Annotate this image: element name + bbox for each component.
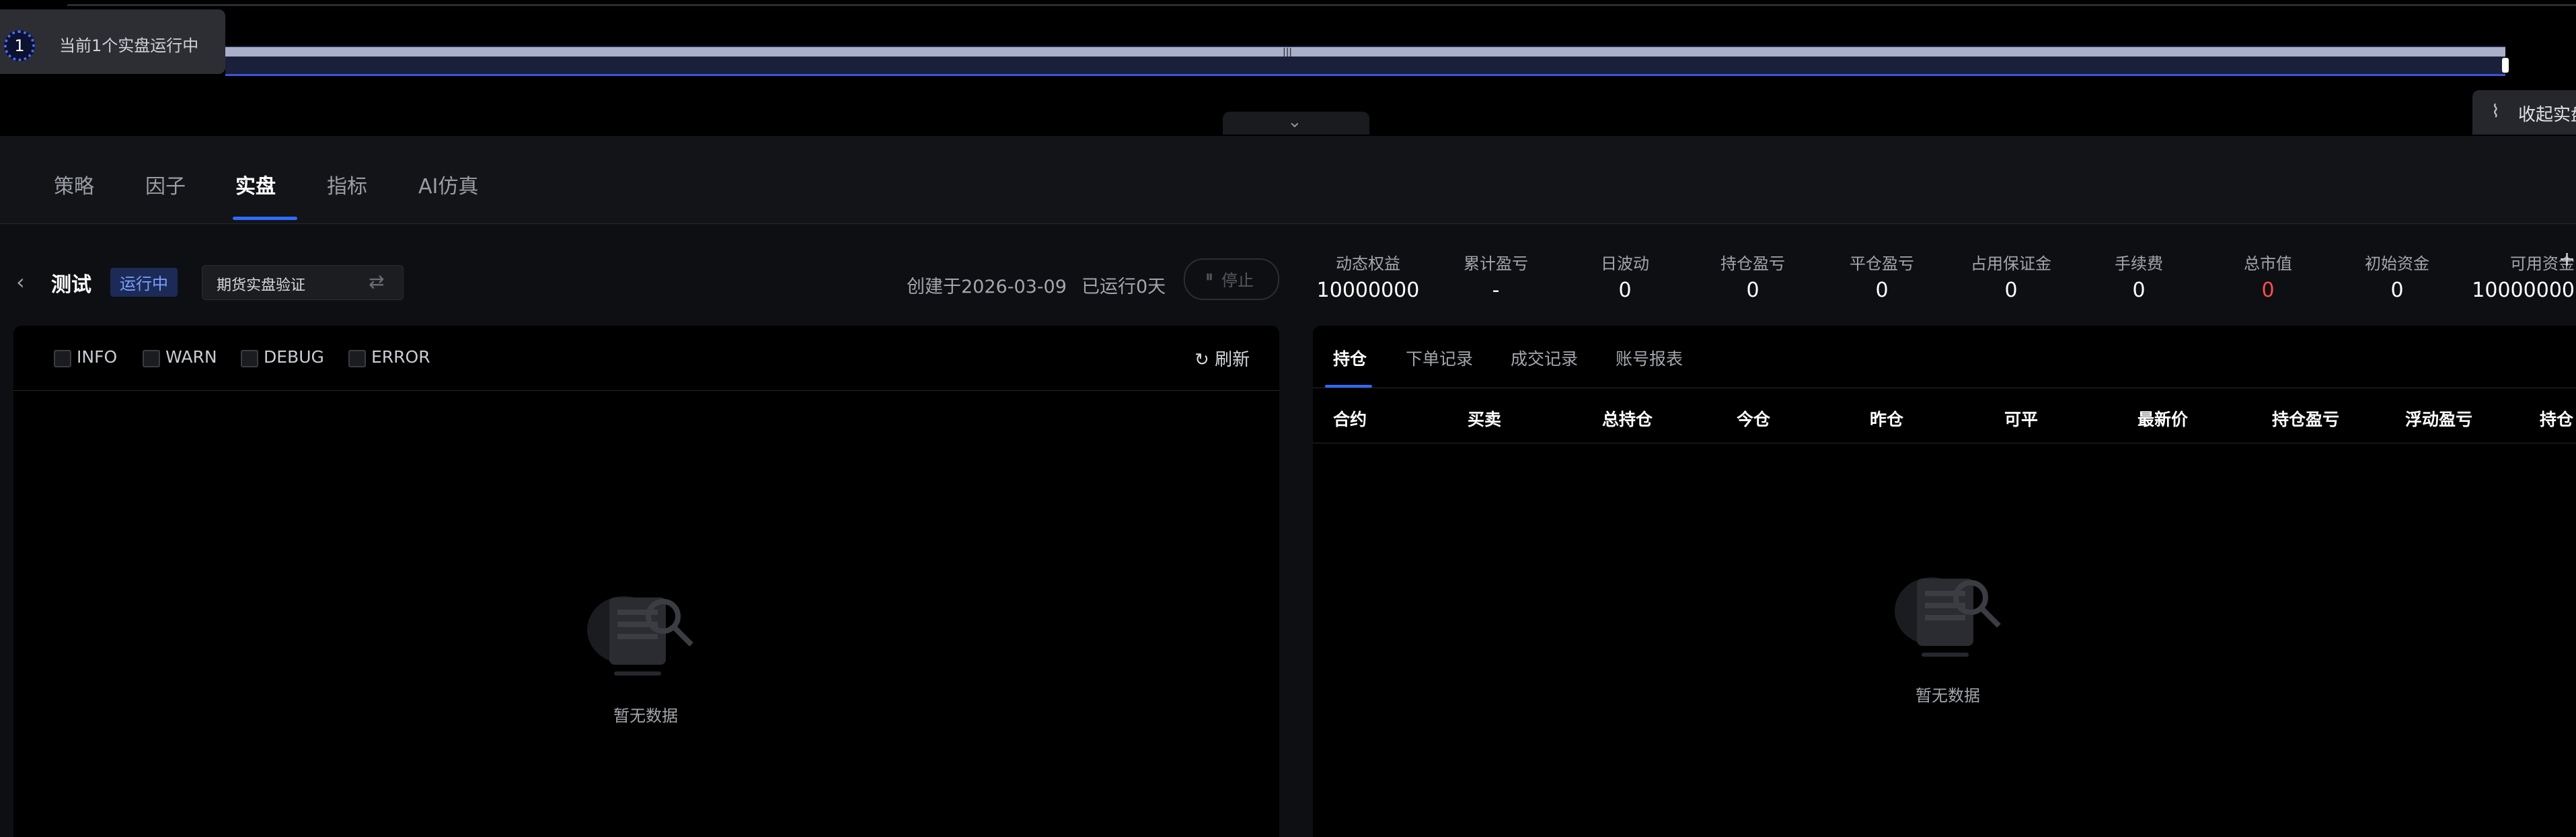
fold-live-label: 收起实盘 <box>2518 105 2576 125</box>
stat-value: 0 <box>1875 279 1889 302</box>
running-count-icon: 1 <box>4 30 35 61</box>
log-panel <box>13 326 1279 837</box>
column-header: 持仓盈亏 <box>2272 410 2340 429</box>
refresh-label: 刷新 <box>1215 350 1250 370</box>
timeline-handle[interactable] <box>2502 58 2509 73</box>
stat-value: 0 <box>1618 279 1632 302</box>
column-header: 总持仓 <box>1602 410 1653 429</box>
filter-error-checkbox[interactable] <box>348 350 366 367</box>
page-title: 测试 <box>51 273 91 297</box>
stat-value: 0 <box>1746 279 1759 302</box>
filter-warn-label: WARN <box>165 347 217 367</box>
positions-empty-text: 暂无数据 <box>1916 686 1980 705</box>
column-header: 今仓 <box>1737 410 1771 429</box>
column-header: 买卖 <box>1468 410 1502 429</box>
line-chart-icon: ⌇ <box>2491 102 2500 122</box>
running-indicator-text: 当前1个实盘运行中 <box>59 36 199 55</box>
tab-strategy[interactable]: 策略 <box>54 170 94 199</box>
column-header: 可平 <box>2004 410 2039 429</box>
log-empty-text: 暂无数据 <box>613 706 678 725</box>
stop-label: 停止 <box>1221 271 1254 290</box>
chevron-left-icon[interactable]: ‹ <box>16 269 25 295</box>
stat-label: 手续费 <box>2115 254 2163 273</box>
refresh-button[interactable]: ↻ 刷新 <box>1195 346 1250 371</box>
tab-ai-sim[interactable]: AI仿真 <box>418 170 478 199</box>
column-header: 持仓 <box>2540 410 2574 429</box>
active-tab-indicator <box>233 217 297 220</box>
stat-label: 日波动 <box>1601 254 1649 273</box>
tab-trades[interactable]: 成交记录 <box>1511 346 1578 370</box>
tab-indicator[interactable]: 指标 <box>327 170 367 199</box>
tab-bar <box>0 136 2576 224</box>
stat-label: 动态权益 <box>1336 254 1400 273</box>
stat-value: 0 <box>2261 279 2275 302</box>
created-date: 创建于2026-03-09 <box>907 277 1067 297</box>
stat-value: - <box>1492 279 1500 302</box>
filter-debug-label: DEBUG <box>264 347 324 367</box>
stat-label: 总市值 <box>2244 254 2292 273</box>
timeline-progress <box>225 47 2505 57</box>
environment-value: 期货实盘验证 <box>217 277 306 294</box>
tab-orders[interactable]: 下单记录 <box>1406 346 1473 370</box>
column-header: 最新价 <box>2137 410 2189 429</box>
tab-positions[interactable]: 持仓 <box>1333 346 1367 370</box>
filter-info-label: INFO <box>77 347 118 367</box>
stat-label: 平仓盈亏 <box>1850 254 1914 273</box>
top-divider <box>67 4 2576 6</box>
stat-value: 0 <box>2132 279 2146 302</box>
filter-error-label: ERROR <box>371 347 430 367</box>
running-duration: 已运行0天 <box>1082 277 1166 297</box>
stat-label: 可用资金 <box>2510 254 2575 273</box>
pause-icon: ⏸ <box>1205 267 1213 286</box>
swap-icon[interactable]: ⇄ <box>369 270 384 293</box>
filter-debug-checkbox[interactable] <box>241 350 258 367</box>
add-icon[interactable]: + <box>2559 248 2575 271</box>
filter-warn-checkbox[interactable] <box>143 350 160 367</box>
refresh-icon: ↻ <box>1195 350 1209 370</box>
empty-data-icon <box>587 596 693 676</box>
stat-label: 占用保证金 <box>1971 254 2051 273</box>
column-header: 合约 <box>1333 410 1367 429</box>
column-header: 浮动盈亏 <box>2405 410 2473 429</box>
tab-live[interactable]: 实盘 <box>235 170 276 199</box>
chevron-down-icon: ⌄ <box>1287 112 1302 132</box>
empty-data-icon <box>1895 577 2001 657</box>
stat-label: 持仓盈亏 <box>1720 254 1785 273</box>
stat-value: 10000000 <box>2472 279 2575 302</box>
grip-icon[interactable]: ||| <box>1283 47 1292 58</box>
filter-info-checkbox[interactable] <box>54 350 71 367</box>
tab-factor[interactable]: 因子 <box>145 170 186 199</box>
stat-label: 累计盈亏 <box>1464 254 1528 273</box>
status-badge: 运行中 <box>110 268 178 297</box>
tab-account-report[interactable]: 账号报表 <box>1616 346 1683 370</box>
stat-value: 10000000 <box>1316 279 1420 302</box>
stat-value: 0 <box>2004 279 2018 302</box>
column-header: 昨仓 <box>1870 410 1904 429</box>
